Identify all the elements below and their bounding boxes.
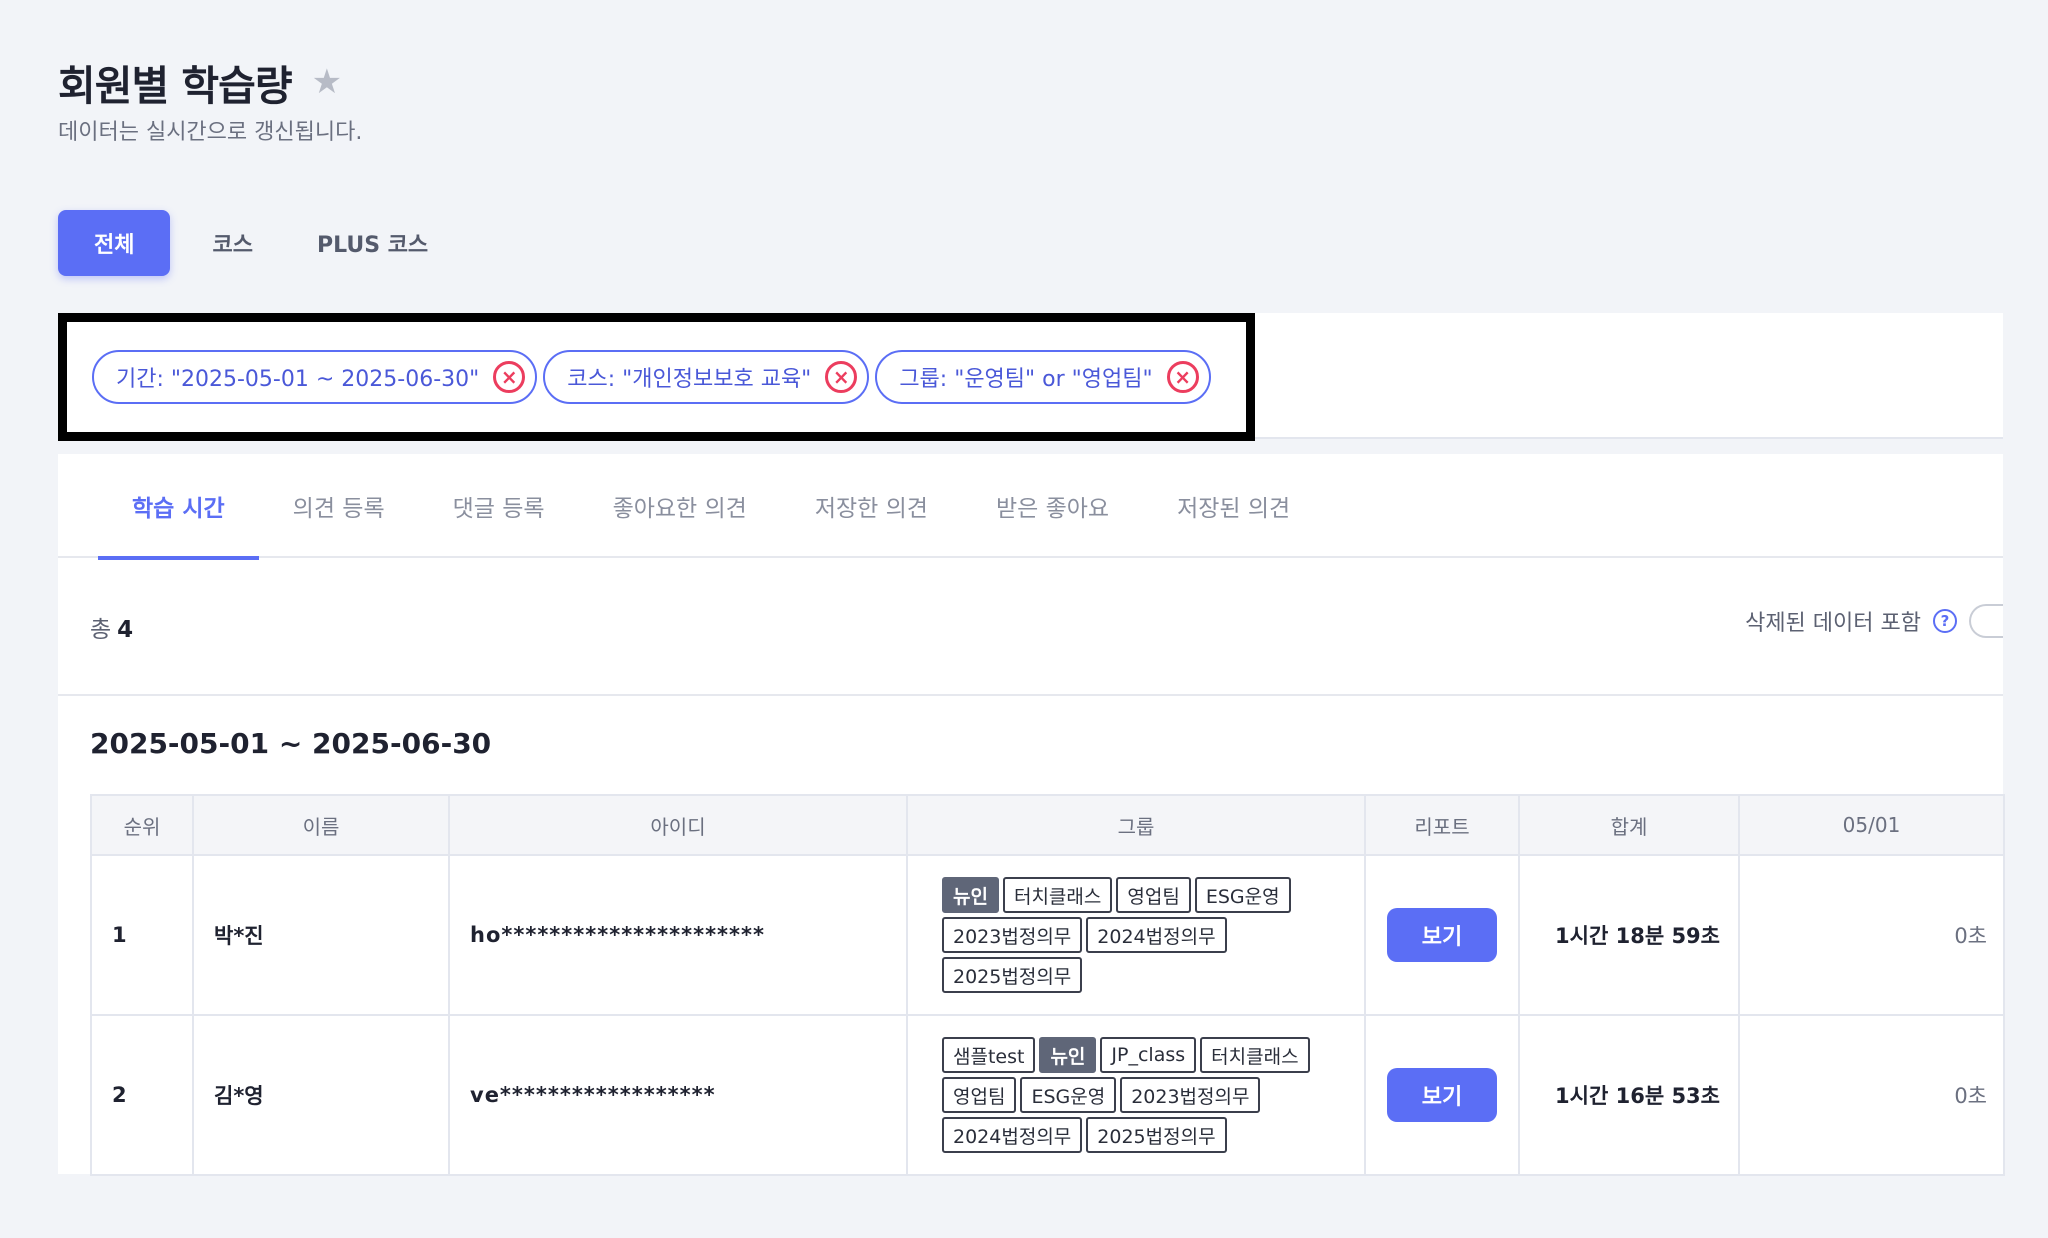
- remove-filter-icon[interactable]: ×: [825, 361, 858, 393]
- column-header[interactable]: 이름: [192, 794, 450, 856]
- group-tag: 2025법정의무: [942, 957, 1083, 993]
- group-tag: 터치클래스: [1002, 877, 1113, 913]
- results-card: 학습 시간 의견 등록 댓글 등록 좋아요한 의견 저장한 의견 받은 좋아요 …: [58, 454, 2005, 1176]
- group-tag: JP_class: [1100, 1037, 1197, 1073]
- group-tag: 영업팀: [1116, 877, 1191, 913]
- filter-chip-label: 코스: "개인정보보호 교육": [567, 367, 812, 392]
- daily-time-cell: 0초: [1738, 854, 2005, 1016]
- tab-comment-posts[interactable]: 댓글 등록: [419, 454, 579, 558]
- total-time-cell: 1시간 18분 59초: [1518, 854, 1740, 1016]
- filter-chip-group[interactable]: 그룹: "운영팀" or "영업팀" ×: [875, 350, 1211, 404]
- tab-study-time[interactable]: 학습 시간: [98, 454, 259, 560]
- include-deleted-label: 삭제된 데이터 포함: [1745, 611, 1921, 636]
- rank-cell: 2: [90, 1014, 194, 1176]
- group-tag: 2023법정의무: [1120, 1077, 1261, 1113]
- total-count: 총4: [90, 610, 133, 644]
- view-report-button[interactable]: 보기: [1387, 908, 1497, 962]
- page-subtitle: 데이터는 실시간으로 갱신됩니다.: [58, 120, 363, 145]
- report-cell: 보기: [1364, 1014, 1520, 1176]
- filter-chip-period[interactable]: 기간: "2025-05-01 ~ 2025-06-30" ×: [92, 350, 538, 404]
- name-cell: 김*영: [192, 1014, 450, 1176]
- group-tag: ESG운영: [1194, 877, 1291, 913]
- filter-chip-label: 기간: "2025-05-01 ~ 2025-06-30": [116, 367, 480, 392]
- column-header[interactable]: 리포트: [1364, 794, 1520, 856]
- filter-chip-course[interactable]: 코스: "개인정보보호 교육" ×: [543, 350, 870, 404]
- group-tag: 2024법정의무: [942, 1117, 1083, 1153]
- tab-all[interactable]: 전체: [58, 210, 171, 276]
- summary-row: 총4 삭제된 데이터 포함 ?: [58, 558, 2003, 696]
- include-deleted-toggle[interactable]: [1969, 604, 2003, 638]
- filter-chips: 기간: "2025-05-01 ~ 2025-06-30" × 코스: "개인정…: [92, 350, 1211, 404]
- group-tag: ESG운영: [1020, 1077, 1117, 1113]
- group-cell: 샘플test 뉴인 JP_class 터치클래스 영업팀 ESG운영 2023법…: [906, 1014, 1366, 1176]
- daily-time-cell: 0초: [1738, 1014, 2005, 1176]
- filter-chip-label: 그룹: "운영팀" or "영업팀": [899, 367, 1153, 392]
- id-cell: ve******************: [448, 1014, 908, 1176]
- tab-saved-opinions[interactable]: 저장한 의견: [781, 454, 962, 558]
- group-tag: 뉴인: [1039, 1037, 1097, 1073]
- group-tag: 영업팀: [942, 1077, 1017, 1113]
- tab-opinion-posts[interactable]: 의견 등록: [259, 454, 419, 558]
- column-header[interactable]: 그룹: [906, 794, 1366, 856]
- tab-saved-by-others[interactable]: 저장된 의견: [1143, 454, 1324, 558]
- group-tag: 샘플test: [942, 1037, 1036, 1073]
- total-value: 4: [117, 617, 134, 643]
- total-label: 총: [90, 617, 112, 643]
- column-header[interactable]: 05/01: [1738, 794, 2005, 856]
- tab-liked-opinions[interactable]: 좋아요한 의견: [579, 454, 781, 558]
- tag-line: 영업팀 ESG운영 2023법정의무: [942, 1077, 1344, 1113]
- name-cell: 박*진: [192, 854, 450, 1016]
- tag-line: 뉴인 터치클래스 영업팀 ESG운영: [942, 877, 1344, 913]
- remove-filter-icon[interactable]: ×: [493, 361, 526, 393]
- view-report-button[interactable]: 보기: [1387, 1068, 1497, 1122]
- id-cell: ho**********************: [448, 854, 908, 1016]
- tab-course[interactable]: 코스: [190, 210, 274, 276]
- help-icon[interactable]: ?: [1933, 609, 1957, 633]
- group-tag: 터치클래스: [1200, 1037, 1310, 1073]
- tab-plus-course[interactable]: PLUS 코스: [295, 210, 450, 276]
- table-row: 2 김*영 ve****************** 샘플test 뉴인 JP_…: [90, 1014, 2005, 1176]
- total-time-cell: 1시간 16분 53초: [1518, 1014, 1740, 1176]
- table-row: 1 박*진 ho********************** 뉴인 터치클래스 …: [90, 854, 2005, 1016]
- group-tag: 2023법정의무: [942, 917, 1083, 953]
- tag-line: 2025법정의무: [942, 957, 1344, 993]
- include-deleted-control: 삭제된 데이터 포함 ?: [1745, 604, 2003, 638]
- tag-line: 샘플test 뉴인 JP_class 터치클래스: [942, 1037, 1344, 1073]
- group-tag: 뉴인: [942, 877, 999, 913]
- range-title: 2025-05-01 ~ 2025-06-30: [90, 727, 492, 760]
- tag-line: 2023법정의무 2024법정의무: [942, 917, 1344, 953]
- page-title: 회원별 학습량: [58, 62, 293, 110]
- page: 회원별 학습량 ★ 데이터는 실시간으로 갱신됩니다. 전체 코스 PLUS 코…: [0, 0, 2048, 1238]
- column-header[interactable]: 아이디: [448, 794, 908, 856]
- table-header-row: 순위 이름 아이디 그룹 리포트 합계 05/01: [90, 794, 2005, 856]
- report-cell: 보기: [1364, 854, 1520, 1016]
- member-study-table: 순위 이름 아이디 그룹 리포트 합계 05/01 1 박*진 ho******…: [90, 794, 2005, 1176]
- remove-filter-icon[interactable]: ×: [1166, 361, 1199, 393]
- tab-received-likes[interactable]: 받은 좋아요: [962, 454, 1143, 558]
- group-tag: 2025법정의무: [1086, 1117, 1227, 1153]
- star-icon[interactable]: ★: [312, 65, 342, 99]
- rank-cell: 1: [90, 854, 194, 1016]
- column-header[interactable]: 순위: [90, 794, 194, 856]
- tag-line: 2024법정의무 2025법정의무: [942, 1117, 1344, 1153]
- column-header[interactable]: 합계: [1518, 794, 1740, 856]
- group-cell: 뉴인 터치클래스 영업팀 ESG운영 2023법정의무 2024법정의무 202…: [906, 854, 1366, 1016]
- sub-tabs: 학습 시간 의견 등록 댓글 등록 좋아요한 의견 저장한 의견 받은 좋아요 …: [58, 454, 2003, 560]
- top-tabs: 전체 코스 PLUS 코스: [58, 210, 450, 276]
- group-tag: 2024법정의무: [1086, 917, 1227, 953]
- title-row: 회원별 학습량 ★: [58, 52, 342, 112]
